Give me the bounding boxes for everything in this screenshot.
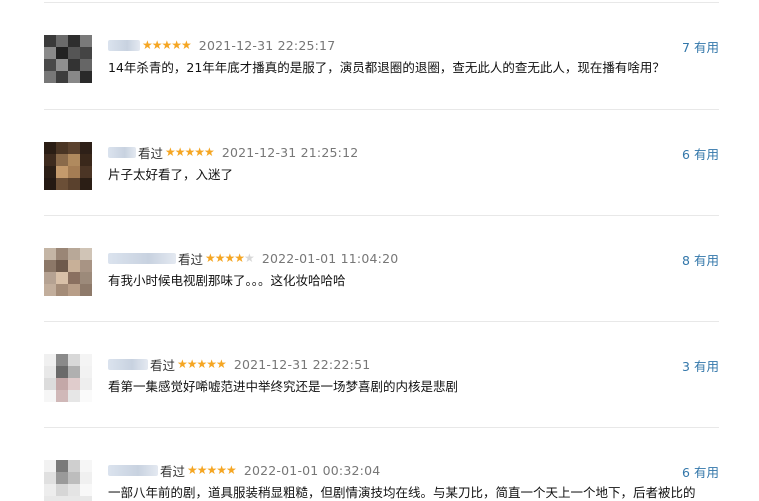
avatar[interactable] xyxy=(44,142,92,190)
comment-meta: 看过 ★★★★★ 2021-12-31 21:25:12 xyxy=(108,144,359,161)
username[interactable] xyxy=(108,252,176,264)
watched-status: 看过 xyxy=(138,145,164,161)
username[interactable] xyxy=(108,358,148,370)
useful-count: 3 xyxy=(682,359,690,374)
rating-stars: ★★★★★ xyxy=(142,38,192,52)
avatar[interactable] xyxy=(44,354,92,402)
username[interactable] xyxy=(108,146,136,158)
useful-button[interactable]: 8 有用 xyxy=(682,250,719,269)
useful-label: 有用 xyxy=(693,359,719,374)
useful-button[interactable]: 6 有用 xyxy=(682,144,719,163)
avatar[interactable] xyxy=(44,248,92,296)
comment-date: 2022-01-01 11:04:20 xyxy=(261,250,399,266)
comment-divider xyxy=(44,321,719,322)
comment-meta: 看过 ★★★★★ 2021-12-31 22:22:51 xyxy=(108,356,371,373)
useful-label: 有用 xyxy=(693,465,719,480)
username[interactable] xyxy=(108,39,140,51)
comment-date: 2021-12-31 22:22:51 xyxy=(233,356,371,372)
useful-button[interactable]: 7 有用 xyxy=(682,37,719,56)
comment-text: 看第一集感觉好唏嘘范进中举终究还是一场梦喜剧的内核是悲剧 xyxy=(108,379,459,394)
comment-item: 看过 ★★★★★ 2021-12-31 21:25:12 6 有用 片子太好看了… xyxy=(44,142,719,216)
watched-status: 看过 xyxy=(160,463,186,479)
watched-status: 看过 xyxy=(150,357,176,373)
comment-text: 14年杀青的，21年年底才播真的是服了，演员都退圈的退圈，查无此人的查无此人，现… xyxy=(108,60,665,75)
comment-date: 2022-01-01 00:32:04 xyxy=(243,462,381,478)
comment-text: 一部八年前的剧，道具服装稍显粗糙，但剧情演技均在线。与某刀比，简直一个天上一个地… xyxy=(108,485,696,500)
avatar[interactable] xyxy=(44,35,92,83)
watched-status: 看过 xyxy=(178,251,204,267)
comment-item: 看过 ★★★★★ 2022-01-01 11:04:20 8 有用 有我小时候电… xyxy=(44,248,719,322)
comment-divider xyxy=(44,427,719,428)
useful-count: 7 xyxy=(682,40,690,55)
comment-date: 2021-12-31 22:25:17 xyxy=(198,37,336,53)
comment-item: 看过 ★★★★★ 2022-01-01 00:32:04 6 有用 一部八年前的… xyxy=(44,460,719,501)
comment-divider xyxy=(44,215,719,216)
comment-text: 片子太好看了，入迷了 xyxy=(108,167,234,182)
comment-divider xyxy=(44,109,719,110)
comment-meta: 看过 ★★★★★ 2022-01-01 00:32:04 xyxy=(108,462,381,479)
username[interactable] xyxy=(108,464,158,476)
comment-item: 看过 ★★★★★ 2021-12-31 22:22:51 3 有用 看第一集感觉… xyxy=(44,354,719,428)
useful-label: 有用 xyxy=(693,253,719,268)
useful-count: 6 xyxy=(682,465,690,480)
useful-button[interactable]: 3 有用 xyxy=(682,356,719,375)
useful-label: 有用 xyxy=(693,147,719,162)
comment-text: 有我小时候电视剧那味了。。。这化妆哈哈哈 xyxy=(108,273,346,288)
rating-stars: ★★★★★ xyxy=(205,251,255,265)
useful-label: 有用 xyxy=(693,40,719,55)
rating-stars: ★★★★★ xyxy=(165,145,215,159)
comment-meta: ★★★★★ 2021-12-31 22:25:17 xyxy=(108,37,335,53)
rating-stars: ★★★★★ xyxy=(187,463,237,477)
comment-item: ★★★★★ 2021-12-31 22:25:17 7 有用 14年杀青的，21… xyxy=(44,35,719,110)
rating-stars: ★★★★★ xyxy=(177,357,227,371)
comment-meta: 看过 ★★★★★ 2022-01-01 11:04:20 xyxy=(108,250,399,267)
top-divider xyxy=(44,2,719,3)
useful-count: 6 xyxy=(682,147,690,162)
useful-button[interactable]: 6 有用 xyxy=(682,462,719,481)
useful-count: 8 xyxy=(682,253,690,268)
comment-date: 2021-12-31 21:25:12 xyxy=(221,144,359,160)
avatar[interactable] xyxy=(44,460,92,501)
